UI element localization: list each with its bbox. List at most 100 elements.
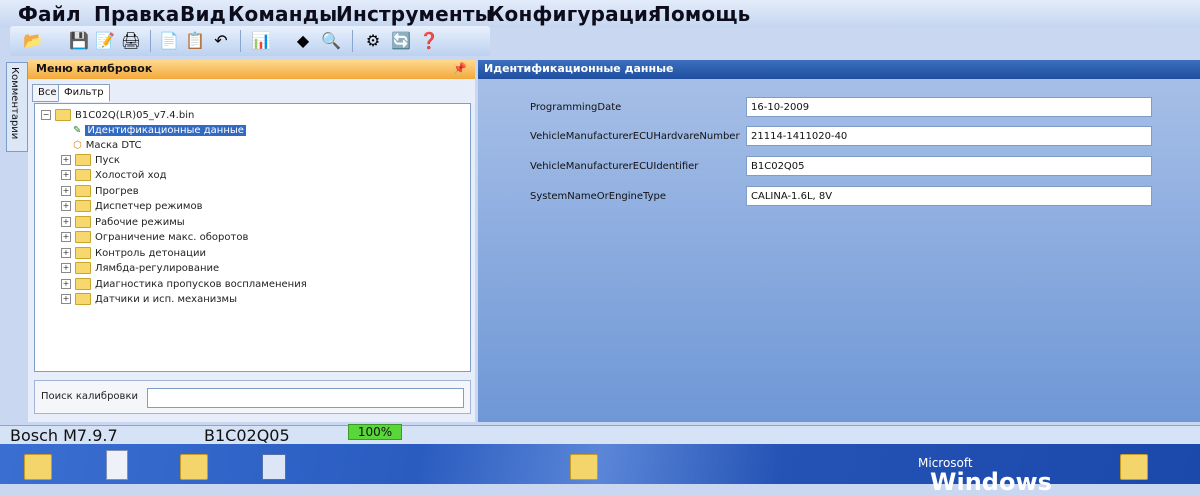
field-row: VehicleManufacturerECUHardvareNumber 211… bbox=[478, 126, 1200, 148]
folder-icon[interactable] bbox=[570, 454, 598, 480]
field-label: VehicleManufacturerECUHardvareNumber bbox=[530, 131, 740, 142]
network-icon[interactable]: 🔄 bbox=[390, 29, 412, 51]
tree-item[interactable]: + Датчики и исп. механизмы bbox=[61, 292, 237, 306]
tree-item[interactable]: + Холостой ход bbox=[61, 168, 167, 182]
tree-item-label: Холостой ход bbox=[95, 169, 167, 181]
menu-bar: Файл Правка Вид Команды Инструменты Конф… bbox=[0, 0, 1200, 27]
pin-icon[interactable]: 📌 bbox=[453, 62, 467, 75]
tools-icon[interactable]: ⚙ bbox=[362, 29, 384, 51]
open-icon[interactable]: 📂 bbox=[22, 29, 44, 51]
tree-item-identification[interactable]: ✎ Идентификационные данные bbox=[73, 123, 246, 137]
folder-icon bbox=[75, 247, 91, 259]
expand-icon[interactable]: + bbox=[61, 279, 71, 289]
expand-icon[interactable]: + bbox=[61, 217, 71, 227]
zoom-icon[interactable]: 🔍 bbox=[320, 29, 342, 51]
comments-side-tab-label: Комментарии bbox=[9, 67, 20, 140]
folder-icon[interactable] bbox=[1120, 454, 1148, 480]
field-row: ProgrammingDate 16-10-2009 bbox=[478, 97, 1200, 119]
print-icon[interactable]: 🖨 bbox=[120, 29, 142, 51]
toolbar: 📂 💾 📝 🖨 📄 📋 ↶ 📊 ◆ 🔍 ⚙ 🔄 ❓ bbox=[10, 26, 490, 56]
folder-icon bbox=[75, 216, 91, 228]
tree-item[interactable]: + Контроль детонации bbox=[61, 246, 206, 260]
tree-item-label: Пуск bbox=[95, 154, 120, 166]
edit-icon: ✎ bbox=[73, 124, 82, 136]
tree-item-label: Лямбда-регулирование bbox=[95, 262, 220, 274]
brand-windows: Windows bbox=[930, 468, 1052, 496]
tree-item-label: Рабочие режимы bbox=[95, 216, 185, 228]
calibration-search-area: Поиск калибровки bbox=[34, 380, 471, 414]
expand-icon[interactable]: + bbox=[61, 263, 71, 273]
calibration-search-label: Поиск калибровки bbox=[41, 391, 138, 402]
field-value[interactable]: 16-10-2009 bbox=[746, 97, 1152, 117]
save-icon[interactable]: 💾 bbox=[68, 29, 90, 51]
tree-item-label: Прогрев bbox=[95, 185, 139, 197]
status-bar: Bosch M7.9.7 B1C02Q05 bbox=[0, 425, 1200, 445]
menu-view[interactable]: Вид bbox=[180, 2, 226, 26]
tab-filter[interactable]: Фильтр bbox=[58, 84, 110, 102]
help-icon[interactable]: ❓ bbox=[418, 29, 440, 51]
field-value[interactable]: 21114-1411020-40 bbox=[746, 126, 1152, 146]
chart-icon[interactable]: 📊 bbox=[250, 29, 272, 51]
tree-item[interactable]: + Диагностика пропусков воспламенения bbox=[61, 277, 307, 291]
tree-item-label: Ограничение макс. оборотов bbox=[95, 231, 249, 243]
tree-item-dtc-mask[interactable]: ⬡ Маска DTC bbox=[73, 138, 142, 152]
document-icon[interactable] bbox=[106, 450, 128, 480]
folder-icon[interactable] bbox=[24, 454, 52, 480]
calibration-search-input[interactable] bbox=[147, 388, 464, 408]
tree-item[interactable]: + Ограничение макс. оборотов bbox=[61, 230, 248, 244]
desktop-strip: Microsoft Windows bbox=[0, 444, 1200, 496]
expand-icon[interactable]: + bbox=[61, 248, 71, 258]
save-as-icon[interactable]: 📝 bbox=[94, 29, 116, 51]
tree-root[interactable]: − B1C02Q(LR)05_v7.4.bin bbox=[41, 108, 194, 122]
identification-title: Идентификационные данные bbox=[484, 62, 674, 75]
field-label: VehicleManufacturerECUIdentifier bbox=[530, 161, 699, 172]
folder-icon bbox=[75, 278, 91, 290]
identification-panel: Идентификационные данные ProgrammingDate… bbox=[478, 60, 1200, 422]
folder-icon[interactable] bbox=[180, 454, 208, 480]
diamond-icon[interactable]: ◆ bbox=[292, 29, 314, 51]
toolbar-separator bbox=[352, 30, 353, 52]
undo-icon[interactable]: ↶ bbox=[210, 29, 232, 51]
tree-item[interactable]: + Пуск bbox=[61, 153, 120, 167]
menu-edit[interactable]: Правка bbox=[94, 2, 179, 26]
tree-item-identification-label: Идентификационные данные bbox=[85, 124, 246, 136]
expand-icon[interactable]: + bbox=[61, 170, 71, 180]
tree-item[interactable]: + Лямбда-регулирование bbox=[61, 261, 219, 275]
expand-icon[interactable]: + bbox=[61, 155, 71, 165]
tree-item[interactable]: + Рабочие режимы bbox=[61, 215, 185, 229]
field-value[interactable]: B1C02Q05 bbox=[746, 156, 1152, 176]
menu-commands[interactable]: Команды bbox=[228, 2, 337, 26]
paste-icon[interactable]: 📋 bbox=[184, 29, 206, 51]
folder-icon bbox=[75, 200, 91, 212]
menu-help[interactable]: Помощь bbox=[654, 2, 751, 26]
comments-side-tab[interactable]: Комментарии bbox=[6, 62, 28, 152]
menu-tools[interactable]: Инструменты bbox=[336, 2, 493, 26]
expand-icon[interactable]: + bbox=[61, 294, 71, 304]
toolbar-separator bbox=[150, 30, 151, 52]
expand-icon[interactable]: + bbox=[61, 201, 71, 211]
tree-root-label: B1C02Q(LR)05_v7.4.bin bbox=[75, 109, 195, 121]
field-label: ProgrammingDate bbox=[530, 102, 622, 113]
status-ecu: Bosch M7.9.7 bbox=[10, 426, 118, 445]
tree-item[interactable]: + Прогрев bbox=[61, 184, 139, 198]
menu-configuration[interactable]: Конфигурация bbox=[488, 2, 661, 26]
folder-open-icon bbox=[55, 109, 71, 121]
toolbar-separator bbox=[240, 30, 241, 52]
field-row: SystemNameOrEngineType CALINA-1.6L, 8V bbox=[478, 186, 1200, 208]
tree-item-label: Диспетчер режимов bbox=[95, 200, 203, 212]
status-id: B1C02Q05 bbox=[204, 426, 290, 445]
copy-icon[interactable]: 📄 bbox=[158, 29, 180, 51]
menu-file[interactable]: Файл bbox=[18, 2, 81, 26]
expand-icon[interactable]: + bbox=[61, 186, 71, 196]
tree-item-label: Диагностика пропусков воспламенения bbox=[95, 278, 307, 290]
application-icon[interactable] bbox=[262, 454, 286, 480]
tree-item[interactable]: + Диспетчер режимов bbox=[61, 199, 202, 213]
calibration-tree: − B1C02Q(LR)05_v7.4.bin ✎ Идентификацион… bbox=[34, 103, 471, 372]
tree-item-label: Контроль детонации bbox=[95, 247, 206, 259]
field-value[interactable]: CALINA-1.6L, 8V bbox=[746, 186, 1152, 206]
expand-icon[interactable]: + bbox=[61, 232, 71, 242]
calibration-menu-panel: Меню калибровок 📌 Все Фильтр − B1C02Q(LR… bbox=[28, 60, 475, 422]
folder-icon bbox=[75, 262, 91, 274]
collapse-icon[interactable]: − bbox=[41, 110, 51, 120]
folder-icon bbox=[75, 231, 91, 243]
